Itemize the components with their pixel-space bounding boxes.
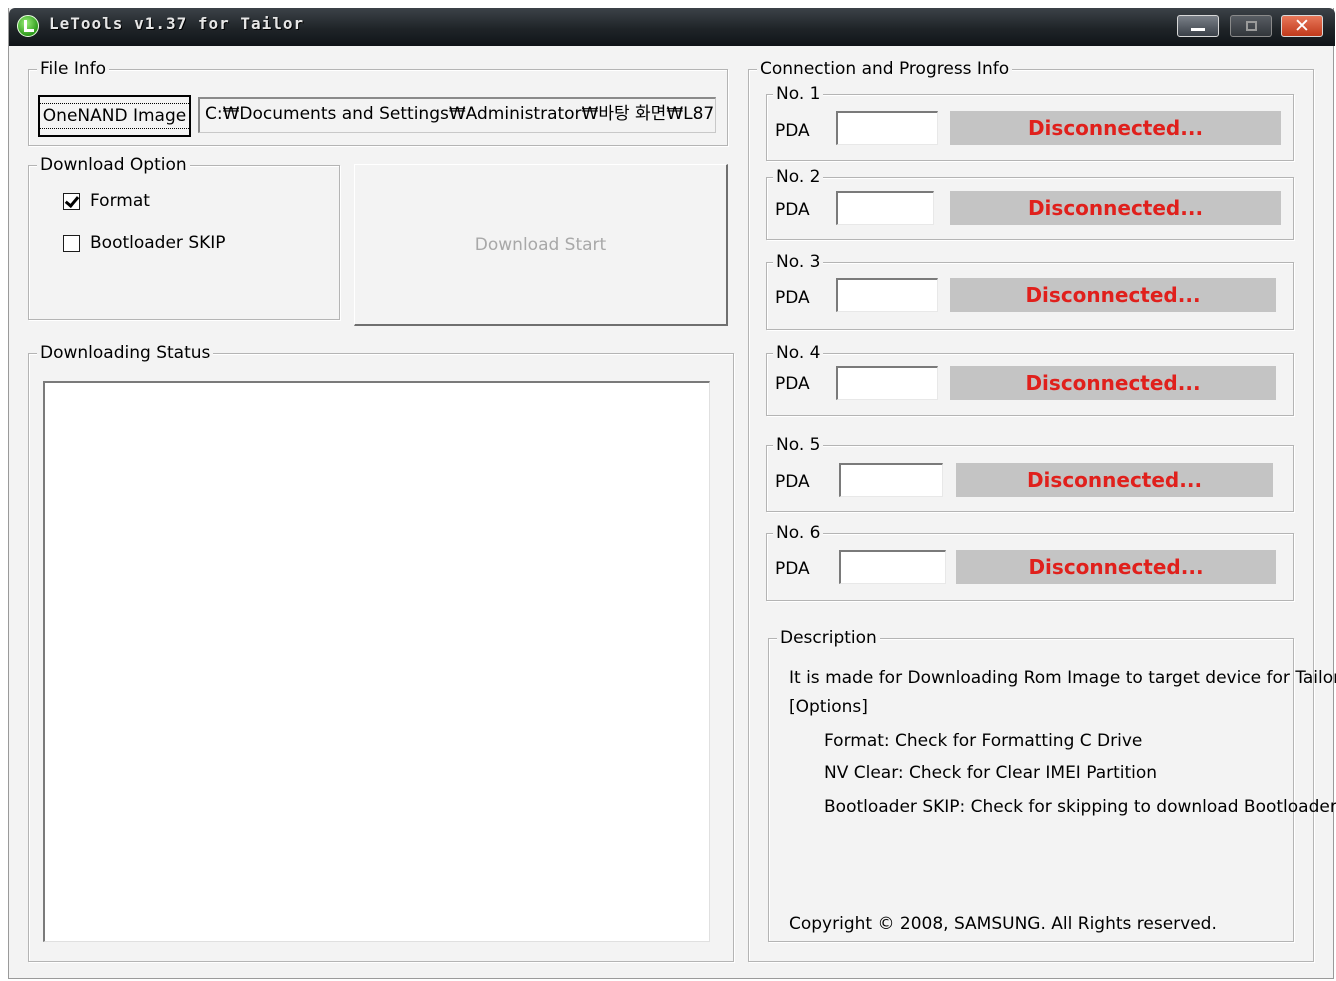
slot-1-pda-field[interactable]: [836, 111, 938, 145]
copyright-text: Copyright © 2008, SAMSUNG. All Rights re…: [789, 914, 1217, 934]
slot-2-group: No. 2 PDA Disconnected...: [766, 166, 1294, 240]
slot-3-status: Disconnected...: [950, 278, 1276, 312]
format-checkbox[interactable]: [63, 192, 80, 210]
download-option-group: Download Option Format Bootloader SKIP: [28, 154, 340, 320]
slot-5-group: No. 5 PDA Disconnected...: [766, 434, 1294, 512]
connection-legend: Connection and Progress Info: [757, 58, 1013, 80]
slot-2-title: No. 2: [773, 166, 824, 188]
image-path-field[interactable]: C:₩Documents and Settings₩Administrator₩…: [198, 97, 716, 133]
format-label: Format: [90, 191, 150, 211]
slot-5-title: No. 5: [773, 434, 824, 456]
slot-2-pda-field[interactable]: [836, 191, 934, 225]
slot-3-pda-label: PDA: [775, 288, 810, 308]
slot-6-title: No. 6: [773, 522, 824, 544]
close-button[interactable]: ✕: [1281, 15, 1323, 37]
app-logo-icon: [17, 15, 39, 37]
slot-4-pda-field[interactable]: [836, 366, 938, 400]
slot-3-title: No. 3: [773, 251, 824, 273]
bootloader-skip-checkbox-row[interactable]: Bootloader SKIP: [63, 233, 226, 253]
format-checkbox-row[interactable]: Format: [63, 191, 150, 211]
onenand-image-label: OneNAND Image: [37, 103, 192, 129]
maximize-button: [1230, 15, 1272, 37]
maximize-icon: [1246, 21, 1257, 31]
description-line: Format: Check for Formatting C Drive: [824, 731, 1143, 751]
minimize-button[interactable]: [1177, 15, 1219, 37]
description-legend: Description: [777, 627, 880, 649]
window-title: LeTools v1.37 for Tailor: [49, 14, 305, 33]
app-window: LeTools v1.37 for Tailor ✕ File Info One…: [8, 8, 1336, 979]
slot-5-pda-field[interactable]: [839, 463, 943, 497]
downloading-status-legend: Downloading Status: [37, 342, 214, 364]
slot-1-status: Disconnected...: [950, 111, 1281, 145]
slot-6-pda-field[interactable]: [839, 550, 946, 584]
slot-4-status: Disconnected...: [950, 366, 1276, 400]
slot-6-pda-label: PDA: [775, 559, 810, 579]
bootloader-skip-label: Bootloader SKIP: [90, 233, 226, 253]
file-info-group: File Info OneNAND Image C:₩Documents and…: [28, 58, 728, 146]
description-line: It is made for Downloading Rom Image to …: [789, 668, 1336, 688]
description-group: Description It is made for Downloading R…: [768, 627, 1336, 942]
connection-group: Connection and Progress Info No. 1 PDA D…: [748, 58, 1336, 962]
slot-4-pda-label: PDA: [775, 374, 810, 394]
close-icon: ✕: [1294, 15, 1310, 37]
slot-2-pda-label: PDA: [775, 200, 810, 220]
slot-1-group: No. 1 PDA Disconnected...: [766, 83, 1294, 161]
slot-6-group: No. 6 PDA Disconnected...: [766, 522, 1294, 601]
minimize-icon: [1191, 28, 1205, 31]
slot-4-group: No. 4 PDA Disconnected...: [766, 342, 1294, 416]
downloading-status-group: Downloading Status: [28, 342, 734, 962]
file-info-legend: File Info: [37, 58, 110, 80]
download-option-legend: Download Option: [37, 154, 190, 176]
slot-2-status: Disconnected...: [950, 191, 1281, 225]
bootloader-skip-checkbox[interactable]: [63, 234, 80, 252]
slot-5-status: Disconnected...: [956, 463, 1273, 497]
download-start-label: Download Start: [474, 234, 607, 255]
status-log-box[interactable]: [43, 381, 710, 942]
slot-4-title: No. 4: [773, 342, 824, 364]
slot-1-pda-label: PDA: [775, 121, 810, 141]
slot-1-title: No. 1: [773, 83, 824, 105]
description-line: [Options]: [789, 697, 868, 717]
description-line: NV Clear: Check for Clear IMEI Partition: [824, 763, 1158, 783]
slot-5-pda-label: PDA: [775, 472, 810, 492]
slot-3-group: No. 3 PDA Disconnected...: [766, 251, 1294, 330]
title-bar[interactable]: LeTools v1.37 for Tailor ✕: [9, 8, 1335, 46]
slot-3-pda-field[interactable]: [836, 278, 938, 312]
slot-6-status: Disconnected...: [956, 550, 1276, 584]
onenand-image-button[interactable]: OneNAND Image: [37, 95, 192, 137]
description-line: Bootloader SKIP: Check for skipping to d…: [824, 797, 1336, 817]
download-start-button: Download Start: [354, 164, 728, 326]
